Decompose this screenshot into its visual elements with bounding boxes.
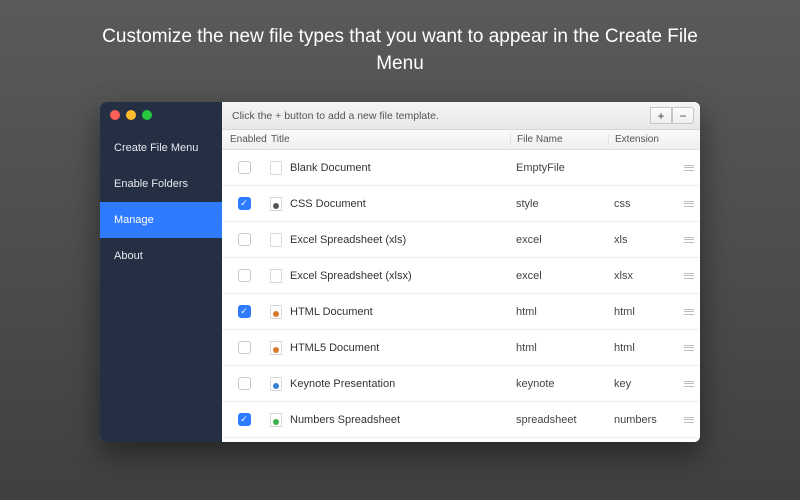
page-headline: Customize the new file types that you wa… (0, 0, 800, 77)
sidebar-item-create-file-menu[interactable]: Create File Menu (100, 130, 222, 166)
header-title[interactable]: Title (266, 134, 510, 145)
remove-template-button[interactable]: − (672, 107, 694, 124)
file-type-icon (270, 305, 282, 319)
row-extension: xlsx (608, 270, 678, 282)
table-body: Blank Document EmptyFile ✓ CSS Document styl… (222, 150, 700, 442)
sidebar-item-about[interactable]: About (100, 238, 222, 274)
file-type-icon (270, 197, 282, 211)
table-row[interactable]: Blank Document EmptyFile (222, 150, 700, 186)
row-title: CSS Document (290, 198, 366, 210)
reorder-handle-icon[interactable] (678, 309, 700, 315)
row-extension: numbers (608, 414, 678, 426)
row-extension: key (608, 378, 678, 390)
zoom-window-button[interactable] (142, 110, 152, 120)
row-filename: style (510, 198, 608, 210)
reorder-handle-icon[interactable] (678, 273, 700, 279)
table-row[interactable]: Excel Spreadsheet (xls) excelxls (222, 222, 700, 258)
sidebar-item-enable-folders[interactable]: Enable Folders (100, 166, 222, 202)
row-filename: EmptyFile (510, 162, 608, 174)
reorder-handle-icon[interactable] (678, 381, 700, 387)
table-row[interactable]: Excel Spreadsheet (xlsx) excelxlsx (222, 258, 700, 294)
file-type-icon (270, 413, 282, 427)
toolbar-hint: Click the + button to add a new file tem… (232, 110, 439, 122)
enabled-checkbox[interactable]: ✓ (238, 305, 251, 318)
table-header: Enabled Title File Name Extension (222, 130, 700, 150)
enabled-checkbox[interactable]: ✓ (238, 413, 251, 426)
header-extension[interactable]: Extension (608, 134, 678, 145)
reorder-handle-icon[interactable] (678, 201, 700, 207)
row-title: HTML5 Document (290, 342, 379, 354)
enabled-checkbox[interactable]: ✓ (238, 197, 251, 210)
row-extension: xls (608, 234, 678, 246)
file-type-icon (270, 377, 282, 391)
table-row[interactable]: ✓ CSS Document stylecss (222, 186, 700, 222)
enabled-checkbox[interactable] (238, 269, 251, 282)
file-type-icon (270, 161, 282, 175)
minimize-window-button[interactable] (126, 110, 136, 120)
row-filename: html (510, 306, 608, 318)
app-window: Create File MenuEnable FoldersManageAbou… (100, 102, 700, 442)
enabled-checkbox[interactable] (238, 233, 251, 246)
header-enabled[interactable]: Enabled (222, 134, 266, 145)
row-extension: html (608, 306, 678, 318)
sidebar-nav: Create File MenuEnable FoldersManageAbou… (100, 130, 222, 274)
table-row[interactable]: Keynote Presentation keynotekey (222, 366, 700, 402)
enabled-checkbox[interactable] (238, 377, 251, 390)
window-controls (100, 102, 222, 130)
table-row[interactable]: ✓ HTML Document htmlhtml (222, 294, 700, 330)
row-extension: css (608, 198, 678, 210)
reorder-handle-icon[interactable] (678, 417, 700, 423)
toolbar: Click the + button to add a new file tem… (222, 102, 700, 130)
row-filename: spreadsheet (510, 414, 608, 426)
close-window-button[interactable] (110, 110, 120, 120)
row-title: HTML Document (290, 306, 373, 318)
reorder-handle-icon[interactable] (678, 165, 700, 171)
row-title: Blank Document (290, 162, 371, 174)
enabled-checkbox[interactable] (238, 341, 251, 354)
row-filename: excel (510, 270, 608, 282)
add-template-button[interactable]: + (650, 107, 672, 124)
sidebar: Create File MenuEnable FoldersManageAbou… (100, 102, 222, 442)
table-row[interactable]: ✓ Numbers Spreadsheet spreadsheetnumbers (222, 402, 700, 438)
enabled-checkbox[interactable] (238, 161, 251, 174)
file-type-icon (270, 233, 282, 247)
main-panel: Click the + button to add a new file tem… (222, 102, 700, 442)
row-title: Excel Spreadsheet (xlsx) (290, 270, 412, 282)
header-filename[interactable]: File Name (510, 134, 608, 145)
sidebar-item-manage[interactable]: Manage (100, 202, 222, 238)
reorder-handle-icon[interactable] (678, 237, 700, 243)
row-title: Excel Spreadsheet (xls) (290, 234, 406, 246)
row-filename: keynote (510, 378, 608, 390)
row-title: Numbers Spreadsheet (290, 414, 400, 426)
row-extension: html (608, 342, 678, 354)
row-filename: excel (510, 234, 608, 246)
file-type-icon (270, 341, 282, 355)
row-filename: html (510, 342, 608, 354)
table-row[interactable]: HTML5 Document htmlhtml (222, 330, 700, 366)
file-type-icon (270, 269, 282, 283)
reorder-handle-icon[interactable] (678, 345, 700, 351)
row-title: Keynote Presentation (290, 378, 395, 390)
